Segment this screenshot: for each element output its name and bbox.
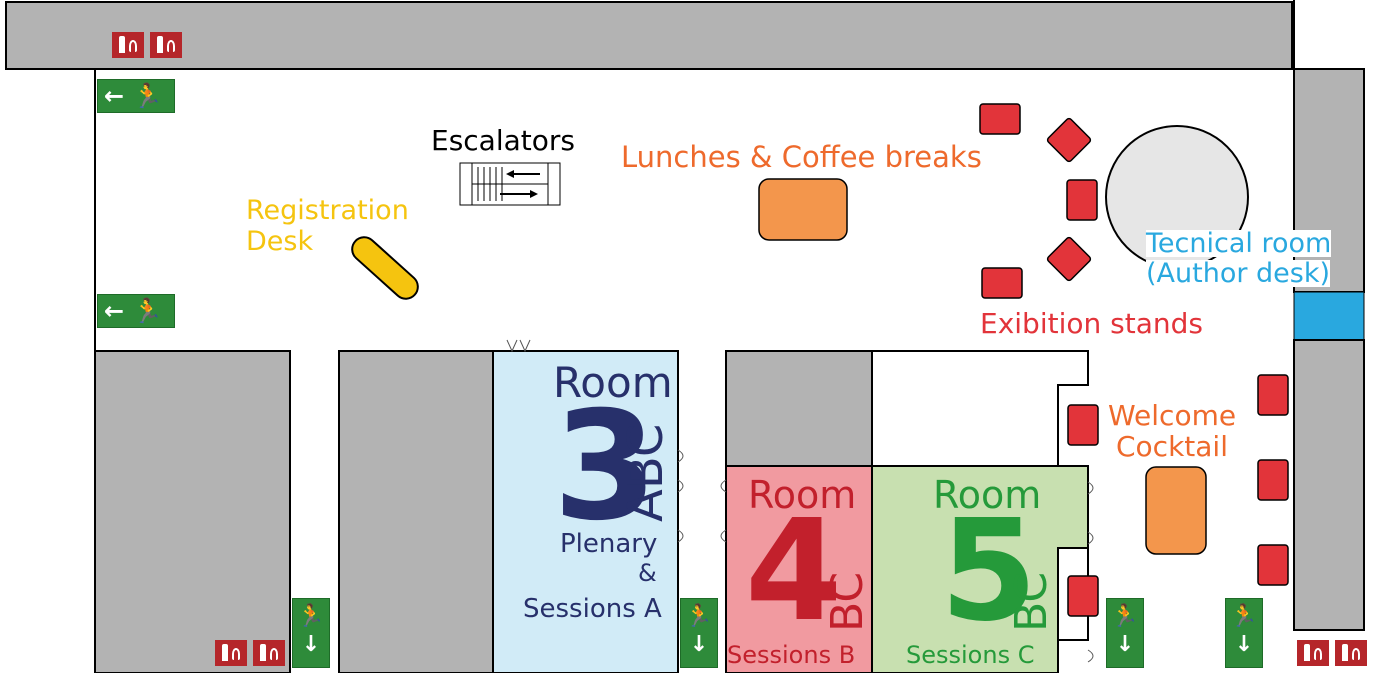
welcome-label-line2: Cocktail bbox=[1116, 430, 1228, 463]
exit-runner-icon: 🏃 bbox=[685, 604, 713, 629]
exit-sign-icon: ← 🏃 bbox=[97, 79, 175, 113]
exit-sign-icon: ← 🏃 bbox=[97, 294, 175, 328]
registration-desk bbox=[351, 236, 419, 300]
stand bbox=[1257, 459, 1289, 501]
escalators-label: Escalators bbox=[431, 124, 575, 157]
stand bbox=[1046, 117, 1092, 163]
welcome-table bbox=[1145, 466, 1207, 555]
exit-sign-icon: 🏃 ↓ bbox=[1106, 598, 1144, 668]
room3-letters: ABC bbox=[618, 423, 674, 522]
registration-label-line2: Desk bbox=[246, 226, 314, 257]
technical-room-door bbox=[1293, 291, 1365, 341]
room4-sessions: Sessions B bbox=[727, 641, 856, 669]
escalators-icon bbox=[459, 162, 561, 206]
stand bbox=[1257, 544, 1289, 586]
stand bbox=[1257, 374, 1289, 416]
arrow-down-icon: ↓ bbox=[301, 632, 321, 657]
exhibition-label: Exibition stands bbox=[980, 307, 1203, 340]
room5-letters: BC bbox=[1006, 571, 1057, 632]
fire-equipment-icon bbox=[1297, 640, 1367, 666]
fire-equipment-icon bbox=[215, 640, 285, 666]
lunches-label: Lunches & Coffee breaks bbox=[621, 140, 982, 174]
exit-sign-icon: 🏃 ↓ bbox=[292, 598, 330, 668]
right-wall-lower bbox=[1293, 339, 1365, 631]
lunches-table bbox=[758, 178, 848, 241]
stand bbox=[1046, 236, 1092, 282]
exit-sign-icon: 🏃 ↓ bbox=[1225, 598, 1263, 668]
exit-runner-icon: 🏃 bbox=[297, 604, 325, 629]
stand bbox=[1067, 404, 1099, 446]
arrow-down-icon: ↓ bbox=[1234, 632, 1254, 657]
gray-block-2 bbox=[338, 350, 494, 673]
exit-runner-icon: 🏃 bbox=[1230, 604, 1258, 629]
technical-room-label-line1: Tecnical room bbox=[1146, 228, 1332, 259]
room3-plenary: Plenary bbox=[560, 529, 658, 559]
technical-room-label-line2: (Author desk) bbox=[1146, 258, 1331, 289]
stand bbox=[981, 267, 1023, 299]
welcome-label-line1: Welcome bbox=[1108, 399, 1237, 432]
top-wall bbox=[5, 1, 1293, 70]
gray-block-3 bbox=[725, 350, 873, 467]
exit-runner-icon: 🏃 bbox=[1111, 604, 1139, 629]
stand bbox=[979, 103, 1021, 135]
stand bbox=[1067, 575, 1099, 617]
gray-block-1 bbox=[94, 350, 291, 673]
stand bbox=[1066, 179, 1098, 221]
fire-equipment-icon bbox=[112, 32, 182, 58]
room3-sessions: Sessions A bbox=[523, 594, 662, 624]
arrow-down-icon: ↓ bbox=[689, 632, 709, 657]
room3-amp: & bbox=[638, 559, 657, 587]
room5-sessions: Sessions C bbox=[906, 641, 1035, 669]
room4-letters: BC bbox=[822, 571, 873, 632]
registration-label-line1: Registration bbox=[246, 195, 409, 226]
arrow-down-icon: ↓ bbox=[1115, 632, 1135, 657]
exit-sign-icon: 🏃 ↓ bbox=[680, 598, 718, 668]
